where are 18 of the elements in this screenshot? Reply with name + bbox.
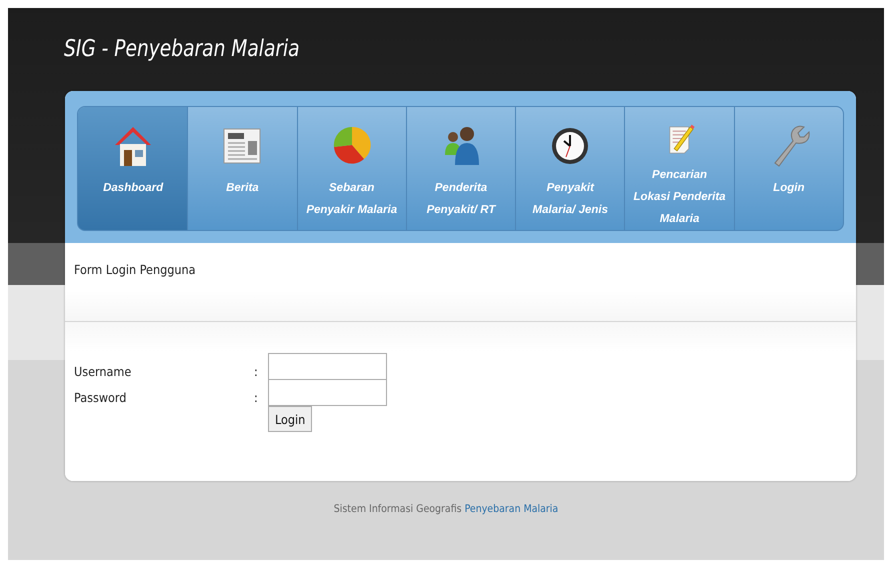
nav-item[interactable]: Pencarian Lokasi Penderita Malaria xyxy=(624,107,734,230)
nav-item[interactable]: Sebaran Penyakir Malaria xyxy=(296,107,406,230)
footer-link[interactable]: Penyebaran Malaria xyxy=(464,503,558,515)
login-button[interactable]: Login xyxy=(268,406,312,432)
nav-item[interactable]: Penderita Penyakit/ RT xyxy=(406,107,516,230)
footer-text: Sistem Informasi Geografis xyxy=(334,503,463,515)
form-title: Form Login Pengguna xyxy=(74,262,196,277)
nav-item[interactable]: Penyakit Malaria/ Jenis xyxy=(515,107,624,230)
username-field[interactable] xyxy=(268,353,387,380)
colon-separator: : xyxy=(254,362,259,378)
nav-item[interactable]: Berita xyxy=(187,107,297,230)
field-label: Password xyxy=(74,388,128,404)
nav-item[interactable]: Login xyxy=(734,107,843,230)
password-field[interactable] xyxy=(268,379,387,406)
field-label: Username xyxy=(74,362,132,378)
site-title: SIG - Penyebaran Malaria xyxy=(64,35,300,64)
colon-separator: : xyxy=(254,388,259,404)
nav-item[interactable]: Dashboard xyxy=(78,107,188,230)
